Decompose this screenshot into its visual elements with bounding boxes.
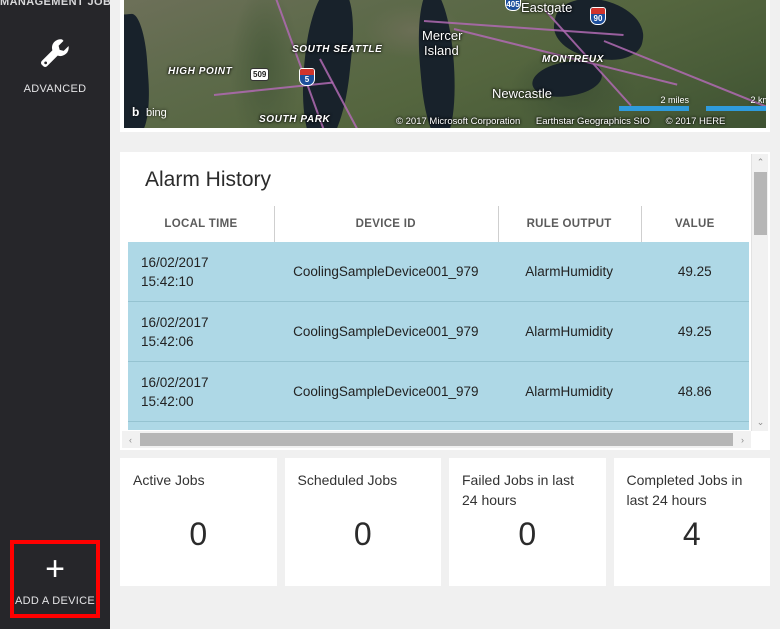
map-scale-label: 2 miles (660, 95, 689, 105)
column-header-rule-output[interactable]: RULE OUTPUT (497, 205, 641, 242)
cell-local-time: 16/02/2017 15:42:10 (128, 253, 274, 291)
map-attribution-item: Earthstar Geographics SIO (535, 116, 650, 127)
map-place-label: Mercer (422, 28, 463, 43)
alarm-history-table-body[interactable]: 16/02/2017 15:42:10 CoolingSampleDevice0… (128, 242, 749, 430)
bing-logo-text: bing (146, 106, 167, 119)
bing-map[interactable]: HIGH POINT SOUTH SEATTLE SOUTH PARK MONT… (124, 0, 766, 128)
cell-value: 49.25 (677, 324, 712, 339)
cell-rule-output: AlarmHumidity (525, 324, 613, 339)
map-place-label: SOUTH SEATTLE (292, 44, 383, 55)
cell-device-id: CoolingSampleDevice001_979 (293, 324, 479, 339)
cell-value: 49.25 (677, 264, 712, 279)
device-location-map-card: HIGH POINT SOUTH SEATTLE SOUTH PARK MONT… (120, 0, 770, 132)
cell-value: 48.86 (677, 384, 712, 399)
map-scale-bar-fill (706, 106, 766, 111)
map-place-label: Eastgate (521, 0, 573, 15)
metric-value: 0 (353, 516, 372, 552)
map-interstate-shield: 5 (299, 68, 315, 86)
metric-card-active-jobs[interactable]: Active Jobs 0 (120, 458, 277, 586)
scroll-down-arrow-icon[interactable]: ⌄ (752, 414, 769, 431)
column-header-device-id[interactable]: DEVICE ID (273, 205, 498, 242)
alarm-history-card: Alarm History LOCAL TIME DEVICE ID RULE … (120, 152, 770, 450)
metric-value: 0 (189, 516, 208, 552)
cell-local-time: 16/02/2017 15:42:00 (128, 373, 274, 411)
cell-date: 16/02/2017 (141, 254, 209, 270)
cell-date: 16/02/2017 (141, 314, 209, 330)
map-place-label: Newcastle (492, 86, 552, 101)
map-scale-bar-miles: 2 miles (619, 95, 689, 111)
map-scale-bar-km: 2 km (706, 95, 766, 111)
bing-logo: b bing (132, 106, 167, 119)
column-header-local-time[interactable]: LOCAL TIME (128, 218, 274, 230)
scroll-left-arrow-icon[interactable]: ‹ (122, 435, 139, 445)
cell-device-id: CoolingSampleDevice001_979 (293, 264, 479, 279)
metric-card-completed-jobs[interactable]: Completed Jobs in last 24 hours 4 (613, 458, 770, 586)
alarm-history-vertical-scrollbar[interactable]: ⌃ ⌄ (751, 154, 768, 431)
table-row[interactable]: 16/02/2017 15:42:00 CoolingSampleDevice0… (128, 362, 749, 422)
cell-device-id: CoolingSampleDevice001_979 (293, 384, 479, 399)
metric-label: Scheduled Jobs (297, 472, 398, 488)
horizontal-scrollbar-thumb[interactable] (140, 433, 733, 446)
map-attribution: © 2017 Microsoft Corporation Earthstar G… (396, 116, 738, 127)
metric-label: Active Jobs (133, 472, 205, 488)
cell-time: 15:42:00 (141, 393, 194, 409)
map-scale-label: 2 km (750, 95, 766, 105)
cell-date: 16/02/2017 (141, 374, 209, 390)
metric-value: 0 (518, 516, 537, 552)
cell-time: 15:42:10 (141, 273, 194, 289)
map-attribution-item: © 2017 Microsoft Corporation (396, 116, 521, 127)
table-row[interactable]: 16/02/2017 (128, 422, 749, 430)
map-scale-bar-fill (619, 106, 689, 111)
map-place-label: MONTREUX (542, 54, 605, 65)
map-place-label: HIGH POINT (168, 66, 233, 77)
scroll-up-arrow-icon[interactable]: ⌃ (752, 154, 769, 171)
sidebar-item-label: ADD A DEVICE (14, 594, 95, 607)
map-route-shield: 509 (250, 68, 270, 81)
cell-rule-output: AlarmHumidity (525, 264, 613, 279)
map-water-body (295, 0, 359, 128)
map-interstate-shield: 90 (590, 7, 606, 25)
main-content-area: HIGH POINT SOUTH SEATTLE SOUTH PARK MONT… (110, 0, 780, 629)
alarm-history-horizontal-scrollbar[interactable]: ‹ › (122, 431, 751, 448)
metric-card-failed-jobs[interactable]: Failed Jobs in last 24 hours 0 (449, 458, 606, 586)
sidebar-top-cut-label: MANAGEMENT JOBS (0, 0, 110, 8)
alarm-history-table-header: LOCAL TIME DEVICE ID RULE OUTPUT VALUE (128, 205, 749, 242)
job-metrics-row: Active Jobs 0 Scheduled Jobs 0 Failed Jo… (120, 458, 770, 586)
alarm-history-title: Alarm History (145, 168, 272, 191)
column-header-value[interactable]: VALUE (640, 205, 749, 242)
table-row[interactable]: 16/02/2017 15:42:06 CoolingSampleDevice0… (128, 302, 749, 362)
metric-value: 4 (682, 516, 701, 552)
dashboard-page: MANAGEMENT JOBS ADVANCED + ADD A DEVICE (0, 0, 780, 629)
map-place-label: Island (424, 43, 459, 58)
left-navigation-sidebar: MANAGEMENT JOBS ADVANCED + ADD A DEVICE (0, 0, 110, 629)
bing-mark-icon: b (132, 105, 140, 119)
map-attribution-item: © 2017 HERE (665, 116, 726, 127)
map-interstate-shield: 405 (505, 0, 521, 11)
metric-label: Completed Jobs in last 24 hours (626, 472, 743, 508)
sidebar-item-advanced[interactable]: ADVANCED (0, 34, 110, 96)
metric-label: Failed Jobs in last 24 hours (462, 472, 575, 508)
cell-time: 15:42:06 (141, 333, 194, 349)
vertical-scrollbar-thumb[interactable] (754, 172, 767, 235)
plus-icon: + (45, 549, 65, 588)
cell-local-time: 16/02/2017 15:42:06 (128, 313, 274, 351)
sidebar-item-add-a-device[interactable]: + ADD A DEVICE (10, 540, 100, 618)
scroll-right-arrow-icon[interactable]: › (734, 435, 751, 445)
map-place-label: SOUTH PARK (259, 114, 331, 125)
sidebar-item-label: ADVANCED (23, 82, 87, 95)
map-water-body (413, 0, 461, 128)
cell-rule-output: AlarmHumidity (525, 384, 613, 399)
table-row[interactable]: 16/02/2017 15:42:10 CoolingSampleDevice0… (128, 242, 749, 302)
metric-card-scheduled-jobs[interactable]: Scheduled Jobs 0 (284, 458, 441, 586)
wrench-icon (38, 36, 72, 74)
